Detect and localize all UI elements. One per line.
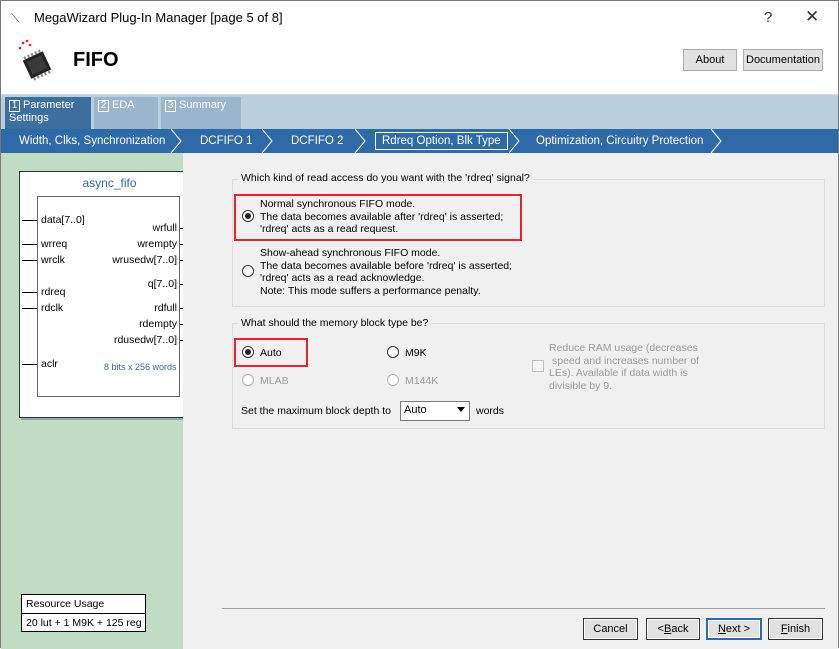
- pin-aclr: aclr: [41, 358, 58, 370]
- pin-line: [22, 244, 37, 245]
- tab-label: Summary: [179, 99, 227, 111]
- tab-number: 1: [9, 100, 20, 112]
- chevron-right-icon: [170, 129, 182, 153]
- pin-data: data[7..0]: [41, 214, 85, 226]
- tab-parameter-settings[interactable]: 1 Parameter Settings: [5, 97, 91, 129]
- title-bar: ⟍ MegaWizard Plug-In Manager [page 5 of …: [1, 1, 838, 35]
- normal-mode-radio[interactable]: [242, 210, 254, 222]
- m144k-label: M144K: [405, 375, 439, 387]
- resource-usage: Resource Usage 20 lut + 1 M9K + 125 reg: [21, 594, 146, 632]
- step-dcfifo-2[interactable]: DCFIFO 2: [291, 129, 343, 153]
- step-dcfifo-1[interactable]: DCFIFO 1: [200, 129, 252, 153]
- showahead-mode-radio[interactable]: [242, 265, 254, 277]
- showahead-mode-label[interactable]: Show-ahead synchronous FIFO mode. The da…: [260, 247, 512, 297]
- chevron-right-icon: [508, 129, 520, 153]
- footer-separator: [222, 608, 825, 609]
- m144k-radio[interactable]: [387, 374, 399, 386]
- depth-select[interactable]: Auto: [400, 401, 470, 421]
- reduce-ram-label: Reduce RAM usage (decreases speed and in…: [549, 342, 700, 392]
- chip-logo-icon: [18, 39, 52, 81]
- close-button[interactable]: ✕: [805, 7, 819, 27]
- pin-rdfull: rdfull: [154, 302, 177, 314]
- pin-line: [22, 308, 37, 309]
- chevron-right-icon: [354, 129, 366, 153]
- pin-rdempty: rdempty: [139, 318, 177, 330]
- tab-summary[interactable]: 3 Summary: [161, 97, 241, 129]
- pin-wrusedw: wrusedw[7..0]: [112, 254, 177, 266]
- pin-wrfull: wrfull: [152, 222, 177, 234]
- normal-mode-label[interactable]: Normal synchronous FIFO mode. The data b…: [260, 198, 503, 236]
- cancel-button[interactable]: Cancel: [583, 618, 638, 640]
- app-icon: ⟍: [11, 11, 20, 25]
- tab-bar: 1 Parameter Settings 2 EDA 3 Summary: [1, 95, 838, 129]
- depth-value: Auto: [404, 404, 427, 416]
- tab-number: 2: [98, 100, 109, 112]
- step-rdreq-option[interactable]: Rdreq Option, Blk Type: [375, 132, 508, 150]
- step-optimization[interactable]: Optimization, Circuitry Protection: [536, 129, 703, 153]
- pin-q: q[7..0]: [147, 278, 177, 290]
- pin-wrempty: wrempty: [137, 238, 177, 250]
- wizard-window: ⟍ MegaWizard Plug-In Manager [page 5 of …: [0, 0, 839, 649]
- window-title: MegaWizard Plug-In Manager [page 5 of 8]: [34, 10, 283, 25]
- documentation-button[interactable]: Documentation: [743, 49, 823, 71]
- reduce-ram-checkbox[interactable]: [532, 360, 544, 372]
- chevron-right-icon: [710, 129, 722, 153]
- symbol-size-note: 8 bits x 256 words: [104, 362, 177, 372]
- resource-title: Resource Usage: [22, 595, 145, 614]
- fifo-symbol: async_fifo data[7..0] wrreq wrclk rdreq …: [19, 171, 198, 418]
- pin-rdusedw: rdusedw[7..0]: [113, 334, 177, 346]
- pin-wrclk: wrclk: [41, 254, 65, 266]
- pin-line: [22, 220, 37, 221]
- symbol-name: async_fifo: [82, 176, 137, 190]
- step-navigation: Width, Clks, Synchronization DCFIFO 1 DC…: [1, 129, 838, 153]
- resource-value: 20 lut + 1 M9K + 125 reg: [26, 617, 142, 629]
- tab-eda[interactable]: 2 EDA: [94, 97, 158, 129]
- component-name: FIFO: [73, 49, 119, 71]
- tab-label: EDA: [112, 99, 135, 111]
- depth-label: Set the maximum block depth to: [241, 405, 391, 417]
- step-width-clks[interactable]: Width, Clks, Synchronization: [19, 129, 165, 153]
- read-access-question: Which kind of read access do you want wi…: [238, 172, 533, 184]
- pin-line: [22, 364, 37, 365]
- about-button[interactable]: About: [683, 49, 737, 71]
- next-button[interactable]: Next >: [706, 618, 762, 640]
- pin-wrreq: wrreq: [41, 238, 68, 250]
- m9k-radio[interactable]: [387, 346, 399, 358]
- back-button[interactable]: < Back: [646, 618, 700, 640]
- finish-button[interactable]: Finish: [768, 618, 823, 640]
- help-button[interactable]: ?: [764, 9, 772, 26]
- pin-line: [22, 292, 37, 293]
- depth-unit: words: [476, 405, 505, 417]
- mlab-label: MLAB: [260, 375, 289, 387]
- pin-rdreq: rdreq: [41, 286, 66, 298]
- mlab-radio[interactable]: [242, 374, 254, 386]
- auto-label[interactable]: Auto: [260, 347, 282, 360]
- m9k-label[interactable]: M9K: [405, 347, 427, 360]
- pin-rdclk: rdclk: [41, 302, 64, 314]
- pin-line: [22, 260, 37, 261]
- chevron-right-icon: [261, 129, 273, 153]
- memory-question: What should the memory block type be?: [238, 317, 432, 329]
- dropdown-arrow-icon: [457, 407, 465, 412]
- tab-number: 3: [165, 100, 176, 112]
- auto-radio[interactable]: [242, 346, 254, 358]
